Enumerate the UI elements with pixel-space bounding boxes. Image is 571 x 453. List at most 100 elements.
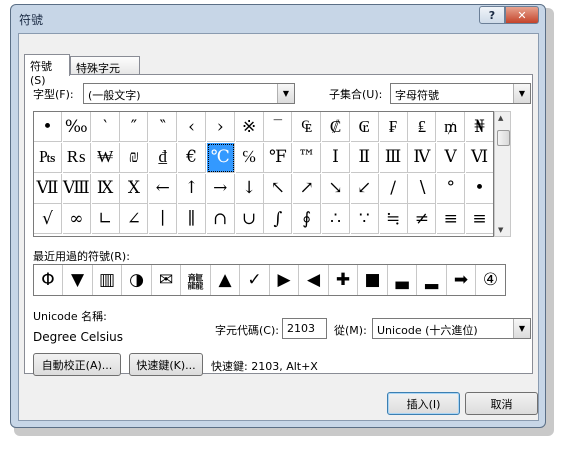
recent-symbol-cell[interactable]: ▲ [211, 265, 240, 295]
shortcut-key-button[interactable]: 快速鍵(K)... [129, 353, 203, 376]
font-select[interactable]: (一般文字) ▼ [83, 83, 295, 104]
tab-symbols[interactable]: 符號(S) [24, 54, 70, 87]
recent-symbol-cell[interactable]: ▼ [64, 265, 93, 295]
char-code-value: 2103 [287, 322, 315, 335]
symbol-cell[interactable]: ∣ [149, 204, 178, 235]
symbol-cell[interactable]: ∥ [178, 204, 206, 235]
symbol-cell[interactable]: ₨ [62, 142, 91, 173]
symbol-cell[interactable]: ↓ [235, 173, 264, 204]
symbol-cell[interactable]: › [206, 112, 235, 142]
unicode-name-label: Unicode 名稱: [33, 310, 107, 323]
symbol-cell[interactable]: ≒ [379, 204, 408, 235]
symbol-cell[interactable]: Ⅵ [466, 142, 493, 173]
tab-special-characters[interactable]: 特殊字元(P) [70, 56, 140, 89]
recent-symbol-cell[interactable]: ✉ [152, 265, 181, 295]
symbol-cell[interactable]: • [466, 173, 493, 204]
symbol-cell[interactable]: ″ [120, 112, 149, 142]
symbol-cell[interactable]: Ⅶ [34, 173, 62, 204]
cancel-button[interactable]: 取消 [465, 392, 538, 415]
symbol-cell[interactable]: Ⅹ [120, 173, 149, 204]
symbol-cell[interactable]: → [206, 173, 235, 204]
symbol-cell[interactable]: ℉ [264, 142, 293, 173]
symbol-cell[interactable]: √ [34, 204, 62, 235]
symbol-cell[interactable]: ‰ [62, 112, 91, 142]
recent-symbol-cell[interactable]: ▂ [418, 265, 447, 295]
recent-symbol-cell[interactable]: ▥ [93, 265, 122, 295]
symbol-cell[interactable]: Ⅰ [322, 142, 350, 173]
symbol-cell[interactable]: Ⅳ [408, 142, 437, 173]
symbol-grid-scrollbar[interactable]: ▲ ▼ [494, 111, 511, 237]
symbol-cell[interactable]: ₧ [34, 142, 62, 173]
recent-symbol-cell[interactable]: ▃ [388, 265, 417, 295]
recent-symbol-cell[interactable]: ◀ [300, 265, 329, 295]
symbol-cell[interactable]: Ⅲ [379, 142, 408, 173]
recent-symbol-cell[interactable]: ④ [477, 265, 505, 295]
symbol-cell[interactable]: Ⅱ [350, 142, 379, 173]
symbol-cell[interactable]: ₥ [437, 112, 466, 142]
symbol-cell[interactable]: ∟ [91, 204, 120, 235]
symbol-cell[interactable]: € [178, 142, 206, 173]
symbol-cell[interactable]: ↖ [264, 173, 293, 204]
symbol-cell[interactable]: ‹ [178, 112, 206, 142]
title-bar[interactable]: 符號 ? ✕ [11, 5, 545, 33]
scroll-thumb[interactable] [497, 130, 510, 146]
subset-select[interactable]: 字母符號 ▼ [390, 83, 531, 104]
symbol-cell[interactable]: ₡ [322, 112, 350, 142]
symbol-cell[interactable]: ‾ [264, 112, 293, 142]
symbol-cell[interactable]: Ⅴ [437, 142, 466, 173]
symbol-cell[interactable]: Ⅸ [91, 173, 120, 204]
from-select[interactable]: Unicode (十六進位) ▼ [372, 318, 531, 339]
symbol-cell[interactable]: ※ [235, 112, 264, 142]
symbol-cell[interactable]: Ⅷ [62, 173, 91, 204]
symbol-cell[interactable]: ≡ [437, 204, 466, 235]
symbol-cell[interactable]: ₣ [379, 112, 408, 142]
symbol-cell[interactable]: ₠ [293, 112, 322, 142]
symbol-cell[interactable]: ∵ [350, 204, 379, 235]
symbol-cell[interactable]: ∪ [235, 204, 264, 235]
symbol-cell[interactable]: ↙ [350, 173, 379, 204]
symbol-cell[interactable]: ‵ [91, 112, 120, 142]
char-code-input[interactable]: 2103 [282, 318, 327, 339]
symbol-cell[interactable]: ∴ [322, 204, 350, 235]
symbol-cell[interactable]: ∮ [293, 204, 322, 235]
recent-symbol-cell[interactable]: ✓ [241, 265, 270, 295]
symbol-cell[interactable]: ↗ [293, 173, 322, 204]
symbol-cell[interactable]: ≡ [466, 204, 493, 235]
symbol-grid: • ‰ ‵ ″ ‶ ‹ › ※ ‾ ₠ ₡ ₢ ₣ ₤ ₥ ₦ ₧ ₨ ₩ ₪ ₫ € ℃ ℅ ℉ ™ Ⅰ Ⅱ Ⅲ Ⅳ Ⅴ Ⅵ Ⅶ Ⅷ Ⅸ Ⅹ ← ↑ → ↓… [33, 111, 494, 237]
symbol-cell[interactable]: • [34, 112, 62, 142]
insert-button[interactable]: 插入(I) [387, 392, 460, 415]
symbol-cell[interactable]: ↘ [322, 173, 350, 204]
scroll-up-icon[interactable]: ▲ [498, 114, 503, 122]
scroll-down-icon[interactable]: ▼ [498, 226, 503, 234]
symbol-cell[interactable]: ₢ [350, 112, 379, 142]
symbol-cell[interactable]: ∫ [264, 204, 293, 235]
symbol-cell[interactable]: ₫ [149, 142, 178, 173]
symbol-cell[interactable]: ∕ [379, 173, 408, 204]
symbol-cell[interactable]: ∩ [206, 204, 235, 235]
symbol-cell[interactable]: ∖ [408, 173, 437, 204]
recent-symbol-cell[interactable]: 龘 [182, 265, 211, 295]
recent-symbol-cell[interactable]: Φ [34, 265, 63, 295]
symbol-cell[interactable]: ° [437, 173, 466, 204]
symbol-cell[interactable]: ↑ [178, 173, 206, 204]
autocorrect-button[interactable]: 自動校正(A)... [33, 353, 121, 376]
symbol-cell[interactable]: ℃ [206, 142, 235, 173]
symbol-cell[interactable]: ℅ [235, 142, 264, 173]
symbol-cell[interactable]: ₩ [91, 142, 120, 173]
symbol-cell[interactable]: ∞ [62, 204, 91, 235]
symbol-cell[interactable]: ™ [293, 142, 322, 173]
recent-symbol-cell[interactable]: ▶ [270, 265, 299, 295]
symbol-cell[interactable]: ₪ [120, 142, 149, 173]
symbol-cell[interactable]: ₤ [408, 112, 437, 142]
symbol-cell[interactable]: ‶ [149, 112, 178, 142]
recent-symbol-cell[interactable]: ➡ [447, 265, 476, 295]
recent-symbol-cell[interactable]: ✚ [329, 265, 358, 295]
symbol-cell[interactable]: ≠ [408, 204, 437, 235]
recent-symbol-cell[interactable]: ■ [359, 265, 388, 295]
symbol-cell[interactable]: ∠ [120, 204, 149, 235]
close-button[interactable]: ✕ [505, 6, 539, 24]
recent-symbol-cell[interactable]: ◑ [123, 265, 152, 295]
symbol-cell[interactable]: ₦ [466, 112, 493, 142]
symbol-cell[interactable]: ← [149, 173, 178, 204]
help-button[interactable]: ? [479, 6, 505, 24]
